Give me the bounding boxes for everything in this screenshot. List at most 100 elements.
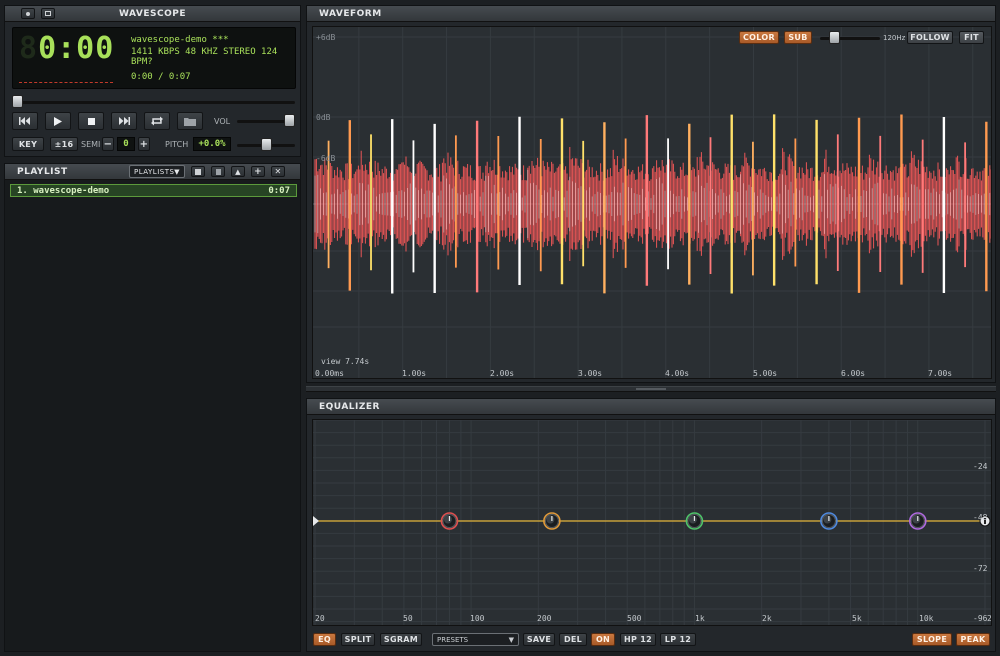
highpass-handle[interactable] [313,516,319,526]
eq-freq-label: 20 [315,614,325,623]
playlist-item[interactable]: 1. wavescope-demo 0:07 [10,184,297,197]
volume-handle[interactable] [284,114,295,127]
eq-db-label: -24 [973,462,988,471]
eq-band-knob[interactable] [820,512,838,530]
remove-track-button[interactable]: ✕ [271,166,285,177]
window-menu-button[interactable] [21,8,35,19]
eq-freq-label: 5k [852,614,862,623]
chevron-down-icon: ▼ [174,168,180,176]
eq-canvas[interactable]: -24 -48 -72 -96 2 20 50 100 200 500 1k 2… [312,419,992,626]
sub-button[interactable]: SUB [784,31,812,44]
next-button[interactable] [111,112,137,130]
level-meter [19,82,113,84]
stop-icon [87,117,95,125]
folder-icon [184,117,196,126]
volume-label: VOL [214,117,231,126]
equalizer-titlebar: EQUALIZER [307,399,995,415]
equalizer-title: EQUALIZER [319,401,380,412]
time-label: 4.00s [665,369,690,378]
sgram-button[interactable]: SGRAM [380,633,422,646]
sub-frequency-handle[interactable] [829,31,840,44]
peak-button[interactable]: PEAK [956,633,990,646]
eq-band-knob[interactable] [543,512,561,530]
player-titlebar: WAVESCOPE [5,6,300,22]
eq-grid [313,420,991,625]
move-up-button[interactable]: ▲ [231,166,245,177]
seek-handle[interactable] [12,95,23,108]
add-track-button[interactable]: + [251,166,265,177]
seek-track[interactable] [13,101,295,104]
delete-preset-button[interactable]: DEL [559,633,587,646]
player-panel: WAVESCOPE 80:00 wavescope-demo *** 1411 … [4,5,301,157]
time-label: 2.00s [490,369,515,378]
lowpass-button[interactable]: LP 12 [660,633,696,646]
waveform-plot [313,27,991,378]
playlist-item-title: 1. wavescope-demo [17,185,110,196]
slope-button[interactable]: SLOPE [912,633,952,646]
time-ghost-digit: 8 [19,31,39,66]
chevron-down-icon: ▼ [508,636,514,644]
panel-splitter[interactable] [306,386,996,392]
track-name: wavescope-demo *** [131,35,229,45]
fit-button[interactable]: FIT [959,31,984,44]
display-screen: 80:00 wavescope-demo *** 1411 KBPS 48 KH… [12,27,296,89]
pitch-label: PITCH [165,140,189,149]
eq-button[interactable]: EQ [313,633,336,646]
open-folder-button[interactable] [177,112,203,130]
waveform-canvas[interactable]: COLOR SUB 120Hz FOLLOW FIT +6dB 0dB -6dB… [312,26,992,379]
pitch-handle[interactable] [260,138,272,151]
db-label-zero: 0dB [316,113,331,122]
db-label-minus: -6dB [316,154,336,163]
play-icon [54,116,62,126]
time-label: 1.00s [402,369,427,378]
eq-on-button[interactable]: ON [591,633,615,646]
stop-button[interactable] [78,112,104,130]
semi-label: SEMI [81,140,101,149]
arrow-up-icon: ▲ [235,167,241,176]
waveform-title: WAVEFORM [319,8,382,19]
semi-minus-button[interactable]: − [102,137,114,151]
eq-toolbar: EQ SPLIT SGRAM PRESETS ▼ SAVE DEL ON HP … [307,629,995,651]
presets-dropdown[interactable]: PRESETS ▼ [432,633,519,646]
pitch-value[interactable]: +0.0% [193,137,231,151]
save-preset-button[interactable]: SAVE [523,633,555,646]
menu-dot-icon [26,11,30,16]
save-playlist-button[interactable] [191,166,205,177]
key-button[interactable]: KEY [12,137,44,151]
prev-button[interactable] [12,112,38,130]
eq-freq-label: 100 [470,614,485,623]
next-icon [119,117,130,125]
playlist-item-duration: 0:07 [268,185,290,196]
split-button[interactable]: SPLIT [341,633,375,646]
window-minimize-button[interactable] [41,8,55,19]
delete-playlist-button[interactable] [211,166,225,177]
play-button[interactable] [45,112,71,130]
eq-band-knob[interactable] [440,512,459,530]
eq-band-knob[interactable] [908,512,927,530]
eq-freq-label: 2k [762,614,772,623]
semi-value[interactable]: 0 [117,137,135,151]
color-button[interactable]: COLOR [739,31,779,44]
eq-freq-label: 50 [403,614,413,623]
playlist-dropdown[interactable]: PLAYLISTS ▼ [129,165,185,178]
highpass-button[interactable]: HP 12 [620,633,656,646]
eq-db-label: -72 [973,564,988,573]
position-readout: 0:00 / 0:07 [131,72,191,82]
semi-plus-button[interactable]: + [138,137,150,151]
format-info: 1411 KBPS 48 KHZ STEREO 124 BPM? [131,47,278,67]
eq-freq-label: 10k [919,614,934,623]
eq-band-knob[interactable] [685,512,704,530]
trash-icon [215,168,221,175]
pitch-range-button[interactable]: ±16 [50,137,78,151]
follow-button[interactable]: FOLLOW [907,31,953,44]
player-title: WAVESCOPE [119,8,186,19]
time-display: 80:00 [19,31,114,66]
time-label: 5.00s [753,369,778,378]
eq-freq-label: 500 [627,614,642,623]
repeat-button[interactable] [144,112,170,130]
view-length-label: view 7.74s [321,357,370,366]
playlist-dropdown-label: PLAYLISTS [134,167,175,176]
time-label: 7.00s [928,369,953,378]
eq-curve-plot [313,420,991,625]
square-icon [45,11,51,16]
